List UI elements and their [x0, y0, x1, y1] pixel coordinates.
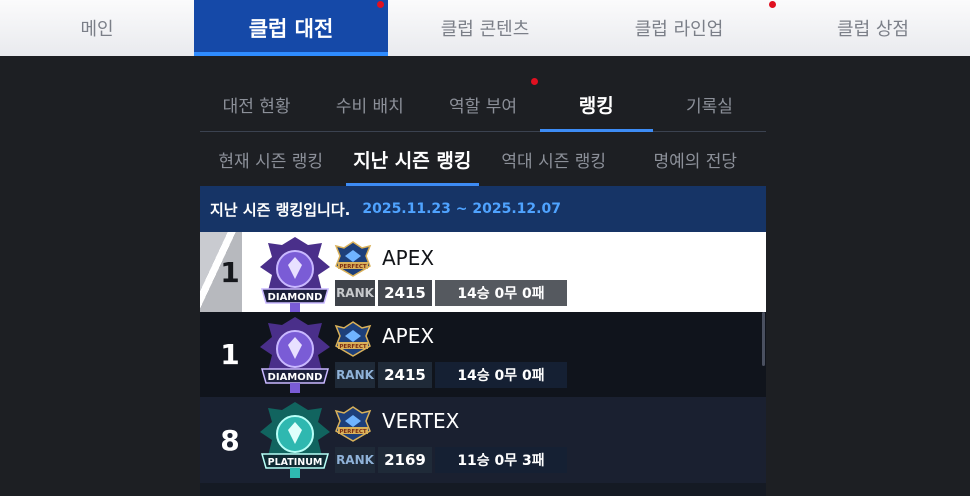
season-tab-label: 명예의 전당	[653, 151, 738, 172]
club-name: APEX	[382, 324, 435, 348]
subtab-label: 기록실	[685, 96, 733, 117]
notification-dot	[377, 1, 384, 8]
ranking-row-my-club[interactable]: 1 DIAMOND PERFECT APEX RANK 2415 14승 0무 …	[200, 232, 766, 313]
subtab-label: 역할 부여	[449, 96, 517, 117]
subtab-label: 수비 배치	[335, 96, 404, 117]
tab-club-shop[interactable]: 클럽 상점	[776, 0, 970, 56]
notification-dot	[769, 1, 776, 8]
perfect-badge-icon: PERFECT	[334, 406, 372, 442]
season-tab-current[interactable]: 현재 시즌 랭킹	[200, 132, 342, 186]
season-tabs: 현재 시즌 랭킹 지난 시즌 랭킹 역대 시즌 랭킹 명예의 전당	[200, 132, 766, 186]
perfect-badge-icon: PERFECT	[334, 241, 372, 277]
diamond-tier-emblem-icon: DIAMOND	[260, 237, 330, 313]
tab-club-battle[interactable]: 클럽 대전	[194, 0, 388, 56]
tab-club-content[interactable]: 클럽 콘텐츠	[388, 0, 582, 56]
subtab-label: 랭킹	[578, 94, 614, 117]
club-stats: RANK 2169 11승 0무 3패	[335, 447, 567, 473]
badge-text: PERFECT	[339, 429, 367, 435]
perfect-badge-icon: PERFECT	[334, 321, 372, 357]
season-tab-label: 현재 시즌 랭킹	[218, 151, 324, 172]
subtab-defense-placement[interactable]: 수비 배치	[313, 77, 426, 131]
season-tab-label: 지난 시즌 랭킹	[353, 149, 472, 172]
rank-number: 1	[220, 338, 240, 371]
tab-main-label: 메인	[80, 19, 114, 40]
season-range: 2025.11.23 ~ 2025.12.07	[362, 201, 561, 217]
tier-name: DIAMOND	[268, 292, 323, 303]
ranking-panel: 지난 시즌 랭킹입니다. 2025.11.23 ~ 2025.12.07 1 D…	[200, 186, 766, 496]
win-record: 11승 0무 3패	[435, 447, 567, 473]
ranking-header-text: 지난 시즌 랭킹입니다.	[210, 200, 351, 219]
tier-name: DIAMOND	[268, 372, 323, 383]
ranking-row[interactable]: 8 PLATINUM PERFECT VERTEX RANK 2169 11승 …	[200, 397, 766, 483]
season-tab-hall-of-fame[interactable]: 명예의 전당	[625, 132, 767, 186]
season-tab-all-time[interactable]: 역대 시즌 랭킹	[483, 132, 625, 186]
tab-club-content-label: 클럽 콘텐츠	[440, 19, 530, 40]
top-nav: 메인 클럽 대전 클럽 콘텐츠 클럽 라인업 클럽 상점	[0, 0, 970, 56]
club-name: VERTEX	[382, 409, 460, 433]
diamond-tier-emblem-icon: DIAMOND	[260, 317, 330, 393]
tab-club-lineup[interactable]: 클럽 라인업	[582, 0, 776, 56]
ranking-scrollbar[interactable]	[762, 312, 765, 366]
rank-number: 1	[220, 255, 240, 289]
ranking-row[interactable]: 1 DIAMOND PERFECT APEX RANK 2415 14승 0무 …	[200, 312, 766, 397]
tab-club-lineup-label: 클럽 라인업	[634, 19, 724, 40]
ranking-header: 지난 시즌 랭킹입니다. 2025.11.23 ~ 2025.12.07	[200, 186, 766, 232]
rank-score: 2415	[378, 280, 432, 306]
subtab-battle-status[interactable]: 대전 현황	[200, 77, 313, 131]
badge-text: PERFECT	[339, 344, 367, 350]
rank-number: 8	[220, 423, 240, 457]
club-name: APEX	[382, 246, 435, 270]
battle-sub-tabs: 대전 현황 수비 배치 역할 부여 랭킹 기록실	[200, 77, 766, 132]
subtab-ranking[interactable]: 랭킹	[539, 77, 654, 132]
tier-name: PLATINUM	[268, 457, 323, 468]
win-record: 14승 0무 0패	[435, 280, 567, 306]
badge-text: PERFECT	[339, 264, 367, 270]
tab-club-battle-label: 클럽 대전	[248, 17, 334, 41]
rank-label: RANK	[335, 362, 375, 388]
subtab-records[interactable]: 기록실	[653, 77, 766, 131]
rank-label: RANK	[335, 447, 375, 473]
season-tab-previous[interactable]: 지난 시즌 랭킹	[342, 132, 484, 186]
notification-dot	[530, 78, 538, 85]
subtab-label: 대전 현황	[222, 96, 291, 117]
rank-label: RANK	[335, 280, 375, 306]
tab-main[interactable]: 메인	[0, 0, 194, 56]
rank-score: 2169	[378, 447, 432, 473]
club-stats: RANK 2415 14승 0무 0패	[335, 362, 567, 388]
season-tab-label: 역대 시즌 랭킹	[501, 151, 607, 172]
club-stats: RANK 2415 14승 0무 0패	[335, 280, 567, 306]
platinum-tier-emblem-icon: PLATINUM	[260, 402, 330, 478]
win-record: 14승 0무 0패	[435, 362, 567, 388]
tab-club-shop-label: 클럽 상점	[837, 19, 909, 40]
rank-score: 2415	[378, 362, 432, 388]
subtab-role-assignment[interactable]: 역할 부여	[426, 77, 539, 131]
